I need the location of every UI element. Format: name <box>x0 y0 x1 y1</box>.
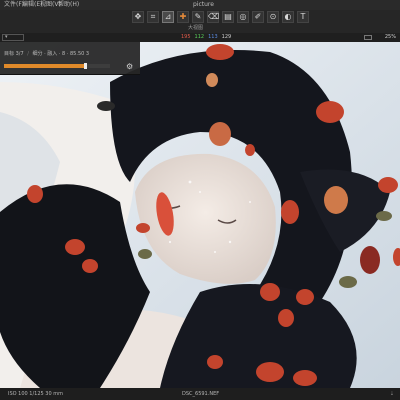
rgb-readout: 195 112 113 129 <box>181 33 231 42</box>
slider-thumb[interactable] <box>83 63 87 69</box>
green-value: 112 <box>194 34 205 40</box>
photo-image <box>0 42 400 388</box>
picker-icon[interactable]: ✐ <box>252 11 264 23</box>
text-icon[interactable]: T <box>297 11 309 23</box>
red-value: 195 <box>181 34 191 40</box>
blue-value: 113 <box>208 34 218 40</box>
adjustment-slider[interactable] <box>4 63 110 69</box>
tool-group: ✥ ⌗ ⊿ ✚ ✎ ⌫ ▤ ◎ ✐ ⊙ ◐ T <box>132 11 309 23</box>
status-bar: ▾ 195 112 113 129 25% <box>0 33 400 42</box>
brush-icon[interactable]: ✎ <box>192 11 204 23</box>
exif-info: ISO 100 1/125 30 mm <box>8 391 63 397</box>
straighten-icon[interactable]: ⊿ <box>162 11 174 23</box>
gear-icon[interactable]: ⚙ <box>126 62 133 71</box>
panel-header: 目标 3/7 / 细分 · 融入 · 8 · 85.50 3 <box>4 50 89 57</box>
toolbar: ✥ ⌗ ⊿ ✚ ✎ ⌫ ▤ ◎ ✐ ⊙ ◐ T <box>0 10 400 24</box>
info-bar: ISO 100 1/125 30 mm DSC_6591.NEF ⇣ <box>0 388 400 400</box>
eraser-icon[interactable]: ⌫ <box>207 11 219 23</box>
download-icon[interactable]: ⇣ <box>390 388 394 400</box>
radial-icon[interactable]: ◎ <box>237 11 249 23</box>
view-name-bar: 大视图 <box>0 24 400 33</box>
panel-tab-left[interactable]: 目标 3/7 <box>4 51 24 57</box>
mask-icon[interactable]: ◐ <box>282 11 294 23</box>
panel-separator: / <box>27 51 29 57</box>
panel-tab-right[interactable]: 细分 · 融入 · 8 · 85.50 3 <box>33 51 90 57</box>
gradient-icon[interactable]: ▤ <box>222 11 234 23</box>
window-title: picture <box>193 1 214 8</box>
view-mode-dropdown[interactable]: ▾ <box>2 34 24 41</box>
adjustment-panel: 目标 3/7 / 细分 · 融入 · 8 · 85.50 3 ⚙ <box>0 42 140 75</box>
slider-fill <box>4 64 85 68</box>
file-name: DSC_6591.NEF <box>182 391 220 397</box>
zoom-level[interactable]: 25% <box>385 33 396 42</box>
image-canvas[interactable] <box>0 42 400 388</box>
menu-item-help[interactable]: 帮助(H) <box>58 0 79 10</box>
crop-icon[interactable]: ⌗ <box>147 11 159 23</box>
fit-screen-icon[interactable] <box>364 35 372 40</box>
color-picker-icon[interactable]: ⊙ <box>267 11 279 23</box>
heal-icon[interactable]: ✚ <box>177 11 189 23</box>
luminance-value: 129 <box>221 34 232 40</box>
menu-bar: 文件(F) 编辑(E) 视图(V) 帮助(H) picture <box>0 0 400 10</box>
pan-icon[interactable]: ✥ <box>132 11 144 23</box>
view-name: 大视图 <box>188 25 204 31</box>
